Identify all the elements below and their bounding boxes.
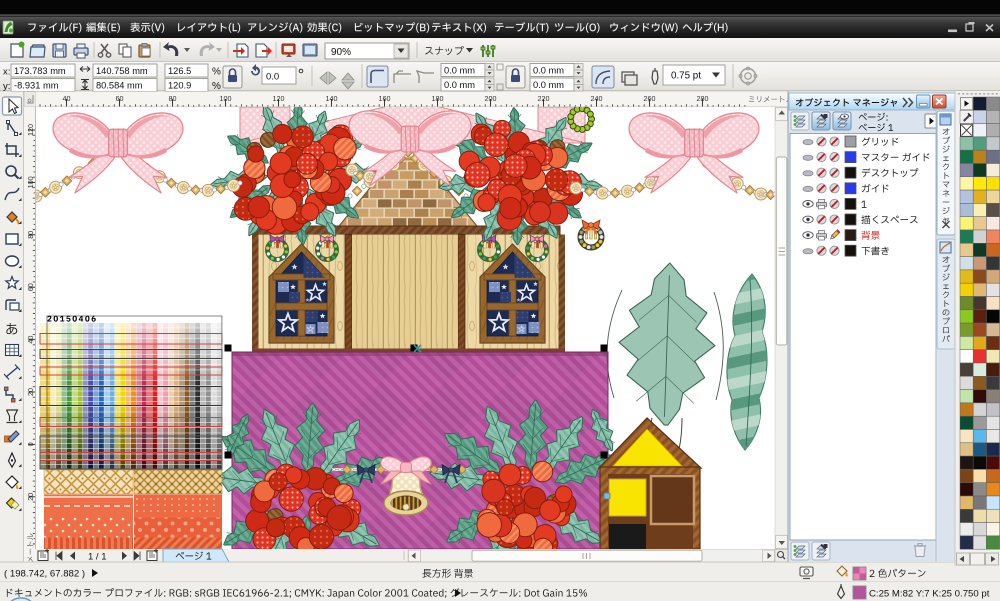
svg-text:-8.931 mm: -8.931 mm <box>14 80 59 90</box>
svg-text:0.0 mm: 0.0 mm <box>444 80 475 90</box>
svg-text:y:: y: <box>3 81 10 92</box>
svg-text:%: % <box>212 81 221 92</box>
svg-text:( 198.742, 67.882 ): ( 198.742, 67.882 ) <box>4 569 85 580</box>
svg-text:173.783 mm: 173.783 mm <box>14 66 66 76</box>
svg-text:1 / 1: 1 / 1 <box>88 552 107 563</box>
svg-text:x:: x: <box>3 67 10 78</box>
svg-text:%: % <box>212 67 221 78</box>
svg-text:0.0 mm: 0.0 mm <box>533 66 564 76</box>
svg-text:90%: 90% <box>331 47 351 58</box>
svg-text:C:25 M:82 Y:7 K:25 0.750 pt: C:25 M:82 Y:7 K:25 0.750 pt <box>869 589 990 600</box>
svg-text:0.0: 0.0 <box>266 72 279 83</box>
svg-text:140.758 mm: 140.758 mm <box>96 66 148 76</box>
svg-text:0.0 mm: 0.0 mm <box>533 80 564 90</box>
svg-text:0.0 mm: 0.0 mm <box>444 66 475 76</box>
svg-text:80.584 mm: 80.584 mm <box>96 80 143 90</box>
svg-text:120.9: 120.9 <box>168 80 191 90</box>
svg-text:0.75 pt: 0.75 pt <box>671 71 701 82</box>
svg-text:126.5: 126.5 <box>168 66 191 76</box>
